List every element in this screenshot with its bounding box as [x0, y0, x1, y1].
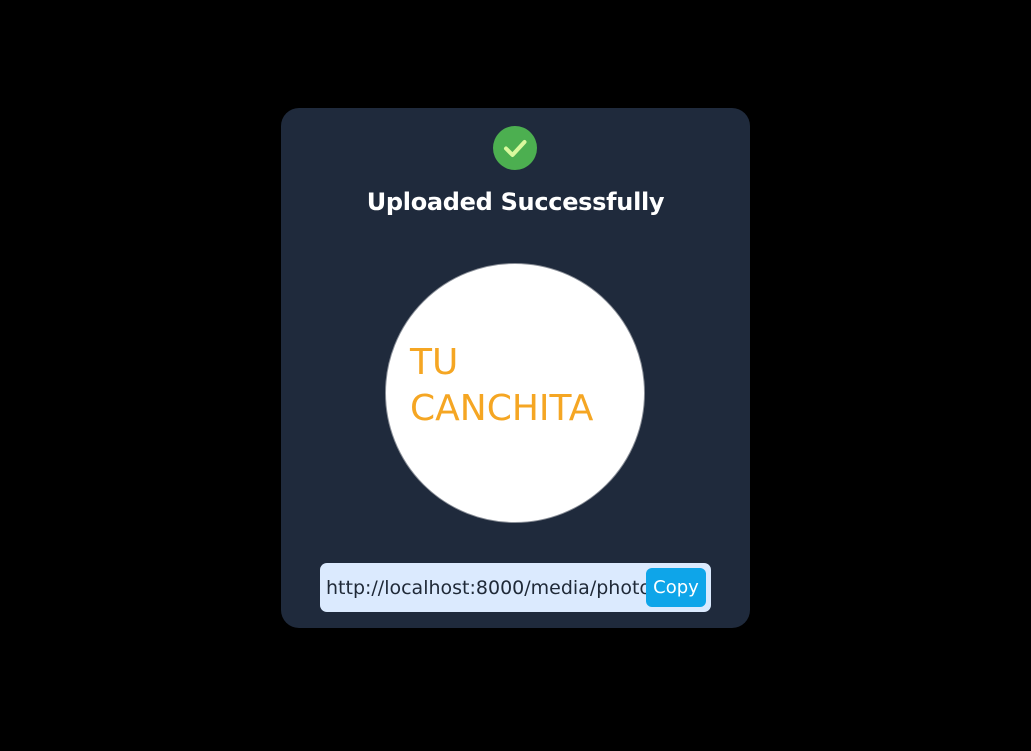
logo-line-tu: TU	[410, 342, 459, 383]
upload-status-title: Uploaded Successfully	[366, 188, 665, 216]
upload-success-card: Uploaded Successfully TU CANCHITA Copy	[281, 108, 750, 628]
uploaded-url-input[interactable]	[320, 563, 646, 612]
url-copy-bar: Copy	[320, 563, 711, 612]
uploaded-image-preview: TU CANCHITA	[385, 263, 645, 523]
logo-line-canchita: CANCHITA	[410, 388, 594, 429]
tu-canchita-logo: TU CANCHITA	[410, 340, 593, 432]
success-check-icon	[493, 126, 537, 170]
check-icon	[504, 140, 527, 157]
copy-url-button[interactable]: Copy	[646, 568, 706, 607]
